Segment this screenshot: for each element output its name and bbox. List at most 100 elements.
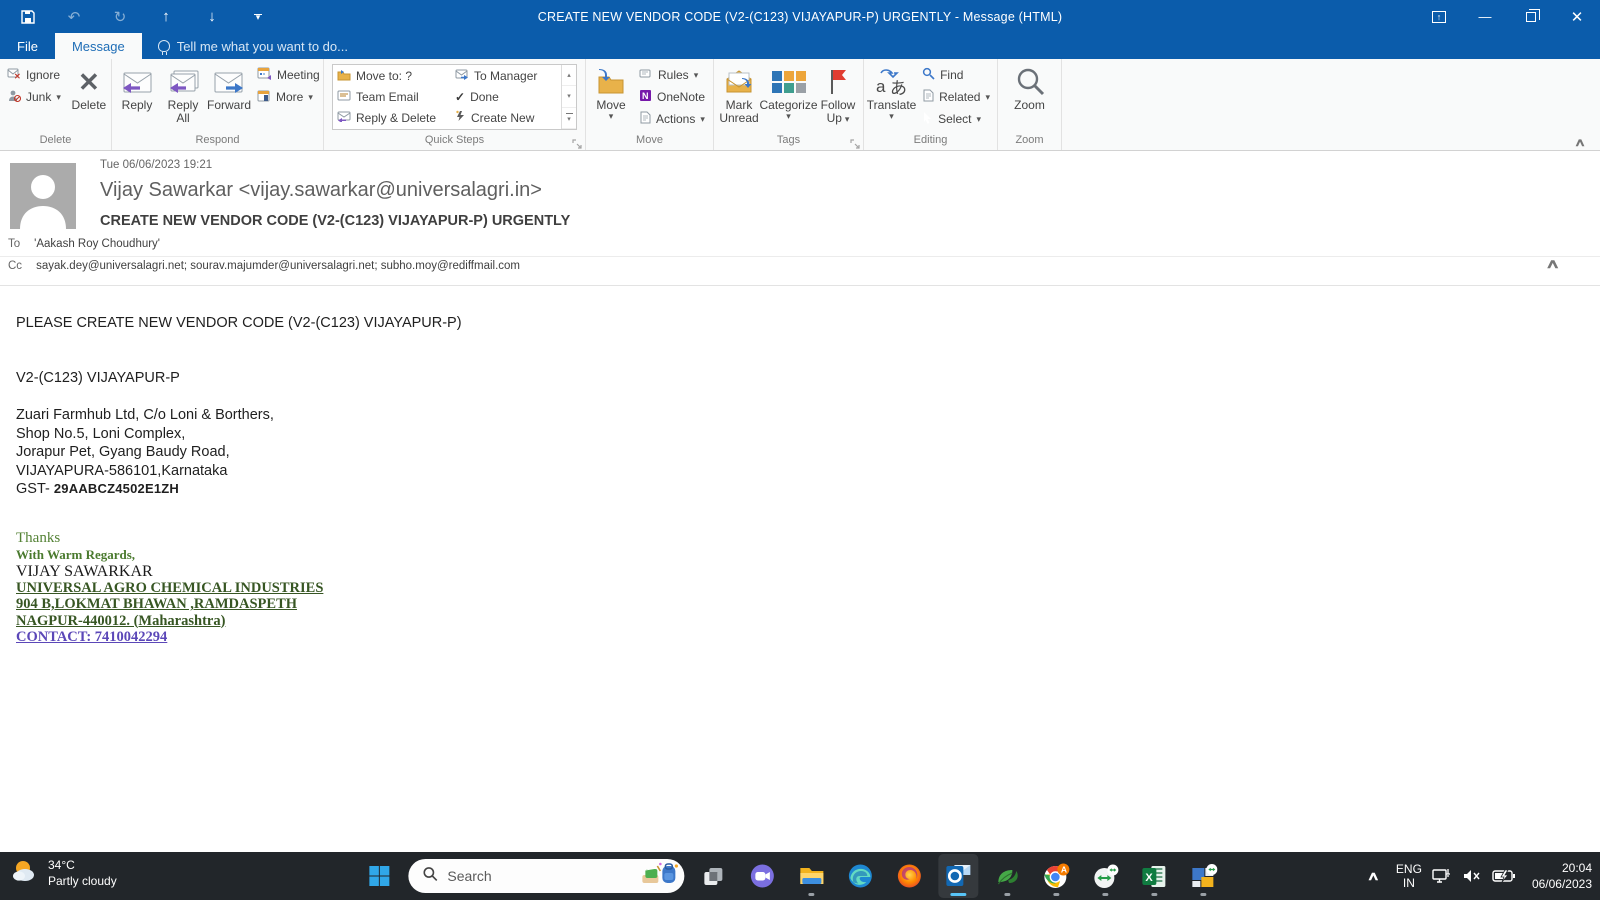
minimize-icon[interactable]: —: [1462, 0, 1508, 33]
group-label-delete: Delete: [0, 133, 111, 150]
quick-step-done[interactable]: ✓ Done: [455, 87, 555, 107]
zoom-button[interactable]: Zoom: [1008, 62, 1052, 112]
move-caret-icon: ▾: [609, 112, 614, 120]
team-email-icon: [337, 90, 351, 104]
quick-steps-more-icon[interactable]: ▾: [562, 108, 576, 129]
redo-icon[interactable]: ↻: [104, 4, 136, 30]
clock[interactable]: 20:04 06/06/2023: [1526, 860, 1592, 892]
find-button[interactable]: Find: [918, 64, 994, 86]
tags-dialog-launcher-icon[interactable]: [850, 137, 861, 148]
quick-step-to-manager[interactable]: To Manager: [455, 66, 555, 86]
to-recipient[interactable]: 'Aakash Roy Choudhury': [34, 238, 160, 250]
delete-button[interactable]: ✕ Delete: [67, 62, 111, 112]
group-label-tags: Tags: [714, 133, 863, 150]
tray-time: 20:04: [1562, 860, 1592, 876]
group-label-respond: Respond: [112, 133, 323, 150]
related-button[interactable]: Related ▾: [918, 86, 994, 108]
undo-icon[interactable]: ↶: [58, 4, 90, 30]
forward-button[interactable]: Forward: [207, 62, 251, 112]
group-label-editing: Editing: [864, 133, 997, 150]
junk-button[interactable]: Junk ▾: [3, 86, 65, 108]
chrome-button[interactable]: A: [1036, 854, 1076, 898]
language-indicator[interactable]: ENG IN: [1396, 862, 1422, 890]
collapse-ribbon-icon[interactable]: ∧: [1574, 136, 1586, 149]
quick-steps-dialog-launcher-icon[interactable]: [572, 137, 583, 148]
tab-message[interactable]: Message: [55, 33, 142, 59]
meeting-button[interactable]: Meeting: [253, 64, 324, 86]
quick-access-toolbar: ↶ ↻ ↑ ↓ ▾: [0, 4, 274, 30]
tell-me-box[interactable]: Tell me what you want to do...: [158, 33, 348, 59]
body-address-line: Jorapur Pet, Gyang Baudy Road,: [16, 443, 1600, 462]
quick-step-reply-delete[interactable]: Reply & Delete: [337, 108, 445, 128]
zoom-magnifier-icon: [1015, 65, 1045, 99]
edge-button[interactable]: [840, 854, 880, 898]
collapse-header-icon[interactable]: ∧: [1546, 256, 1561, 272]
next-item-icon[interactable]: ↓: [196, 4, 228, 30]
task-view-button[interactable]: [693, 854, 733, 898]
reply-all-button[interactable]: Reply All: [161, 62, 205, 125]
remote-access-button[interactable]: [1085, 854, 1125, 898]
file-explorer-button[interactable]: [791, 854, 831, 898]
actions-icon: [639, 111, 651, 127]
rules-button[interactable]: Rules ▾: [635, 64, 709, 86]
quick-steps-scroll-up-icon[interactable]: ▴: [562, 65, 576, 86]
body-gst-line: GST- 29AABCZ4502E1ZH: [16, 480, 1600, 499]
create-new-lightning-icon: [455, 110, 466, 125]
more-respond-button[interactable]: More ▾: [253, 86, 324, 108]
restore-icon[interactable]: [1508, 0, 1554, 33]
follow-up-button[interactable]: Follow Up▾: [816, 62, 860, 125]
translate-button[interactable]: aあ Translate ▾: [867, 62, 916, 120]
customize-qat-icon[interactable]: ▾: [242, 4, 274, 30]
reply-button[interactable]: Reply: [115, 62, 159, 112]
quick-steps-scroll-down-icon[interactable]: ▾: [562, 86, 576, 107]
widgets-app-button[interactable]: [1183, 854, 1223, 898]
quick-step-create-new[interactable]: Create New: [455, 108, 555, 128]
running-indicator: [1151, 893, 1157, 896]
quick-step-move-to[interactable]: Move to: ?: [337, 66, 445, 86]
quick-step-team-email[interactable]: Team Email: [337, 87, 445, 107]
message-from[interactable]: Vijay Sawarkar <vijay.sawarkar@universal…: [100, 179, 542, 202]
move-button[interactable]: Move ▾: [589, 62, 633, 120]
onenote-button[interactable]: N OneNote: [635, 86, 709, 108]
save-icon[interactable]: [12, 4, 44, 30]
close-icon[interactable]: ✕: [1554, 0, 1600, 33]
start-button[interactable]: [359, 854, 399, 898]
volume-muted-icon[interactable]: [1462, 868, 1482, 884]
previous-item-icon[interactable]: ↑: [150, 4, 182, 30]
actions-button[interactable]: Actions ▾: [635, 108, 709, 130]
hidden-icons-chevron[interactable]: ∧: [1355, 869, 1392, 883]
window-title: CREATE NEW VENDOR CODE (V2-(C123) VIJAYA…: [538, 10, 1062, 24]
categorize-button[interactable]: Categorize ▾: [763, 62, 814, 120]
lightbulb-icon: [158, 40, 170, 52]
ribbon-group-move: Move ▾ Rules ▾ N OneNote Actions ▾: [586, 59, 714, 150]
more-respond-icon: [257, 90, 271, 105]
window-controls: ↑ — ✕: [1416, 0, 1600, 33]
junk-icon: [7, 89, 21, 105]
weather-widget[interactable]: 34°C Partly cloudy: [10, 857, 117, 889]
tab-file[interactable]: File: [0, 33, 55, 59]
battery-charging-icon[interactable]: [1492, 869, 1516, 883]
search-box[interactable]: Search: [408, 859, 684, 893]
signature-contact-link[interactable]: CONTACT: 7410042294: [16, 629, 1600, 646]
leaf-app-button[interactable]: [987, 854, 1027, 898]
body-address-line: Shop No.5, Loni Complex,: [16, 425, 1600, 444]
search-placeholder: Search: [447, 868, 629, 884]
firefox-button[interactable]: [889, 854, 929, 898]
ignore-button[interactable]: ✕ Ignore: [3, 64, 65, 86]
cc-recipients[interactable]: sayak.dey@universalagri.net; sourav.maju…: [36, 260, 520, 272]
select-caret-icon: ▾: [976, 115, 981, 123]
ribbon-display-options-icon[interactable]: ↑: [1416, 0, 1462, 33]
select-button[interactable]: Select ▾: [918, 108, 994, 130]
excel-button[interactable]: X: [1134, 854, 1174, 898]
svg-text:N: N: [642, 91, 649, 101]
actions-caret-icon: ▾: [700, 115, 705, 123]
mark-unread-button[interactable]: Mark Unread: [717, 62, 761, 125]
ribbon-filler: [1062, 59, 1600, 150]
network-icon[interactable]: [1432, 867, 1452, 885]
system-tray: ∧ ENG IN 20:04 06/06/2023: [1361, 852, 1592, 900]
forward-icon: [213, 65, 245, 99]
chat-teams-button[interactable]: [742, 854, 782, 898]
outlook-button-active[interactable]: [938, 854, 978, 898]
to-row: To 'Aakash Roy Choudhury': [8, 238, 160, 250]
ignore-icon: ✕: [7, 68, 21, 83]
